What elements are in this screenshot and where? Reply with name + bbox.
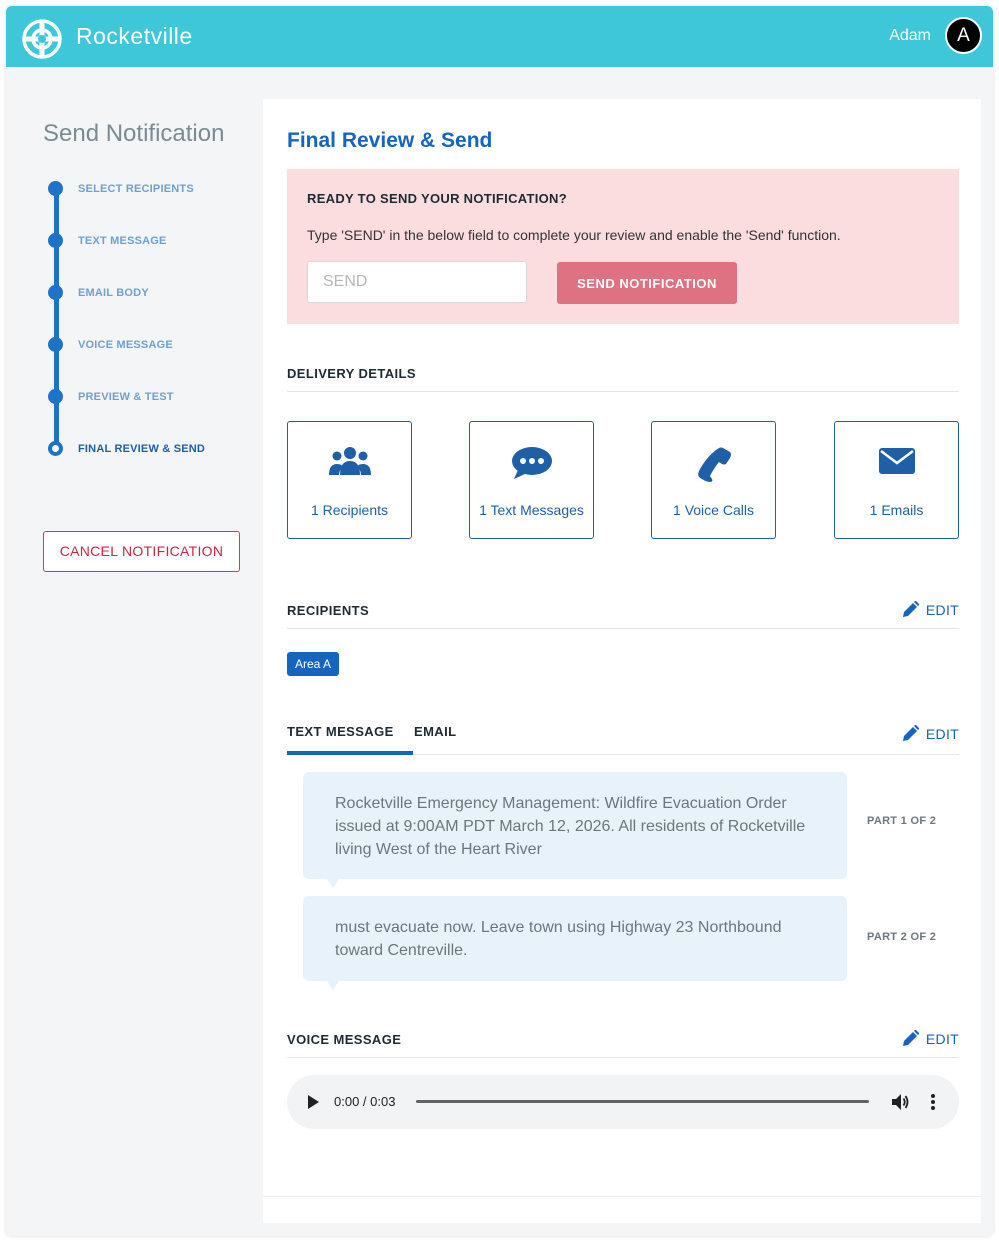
step-dot	[48, 181, 63, 196]
delivery-details-heading: DELIVERY DETAILS	[287, 366, 416, 381]
card-label: 1 Recipients	[310, 502, 389, 518]
edit-label: EDIT	[925, 726, 959, 742]
more-options-icon[interactable]	[929, 1092, 937, 1112]
step-label: FINAL REVIEW & SEND	[78, 443, 206, 455]
edit-recipients-link[interactable]: EDIT	[902, 601, 959, 618]
send-heading: READY TO SEND YOUR NOTIFICATION?	[307, 191, 567, 206]
voice-calls-card: 1 Voice Calls	[651, 421, 776, 539]
top-bar: Rocketville Adam A	[6, 6, 993, 67]
step-dot-current	[48, 441, 63, 456]
step-label: EMAIL BODY	[78, 287, 149, 299]
phone-icon	[652, 446, 775, 482]
send-description: Type 'SEND' in the below field to comple…	[307, 227, 841, 243]
pencil-icon	[902, 725, 919, 741]
divider	[287, 628, 959, 629]
step-dot	[48, 285, 63, 300]
recipients-card: 1 Recipients	[287, 421, 412, 539]
users-icon	[288, 446, 411, 482]
edit-label: EDIT	[925, 602, 959, 618]
pencil-icon	[902, 601, 919, 617]
step-dot	[48, 233, 63, 248]
edit-voice-link[interactable]: EDIT	[902, 1030, 959, 1047]
divider	[287, 391, 959, 392]
page-title: Final Review & Send	[287, 129, 493, 152]
text-messages-card: 1 Text Messages	[469, 421, 594, 539]
card-label: 1 Text Messages	[479, 502, 584, 518]
audio-progress-bar[interactable]	[416, 1100, 869, 1103]
message-part-bubble: Rocketville Emergency Management: Wildfi…	[303, 772, 847, 888]
recipient-tag[interactable]: Area A	[287, 652, 340, 676]
chat-bubble-icon	[470, 446, 593, 482]
play-icon[interactable]	[307, 1095, 319, 1109]
divider	[287, 1057, 959, 1058]
tab-text-message[interactable]: TEXT MESSAGE	[287, 724, 394, 739]
step-label: PREVIEW & TEST	[78, 391, 174, 403]
divider	[263, 1196, 981, 1197]
rocketville-logo-icon	[22, 19, 62, 59]
audio-time: 0:00 / 0:03	[334, 1094, 396, 1109]
app-window: Rocketville Adam A Send Notification SEL…	[6, 6, 993, 1236]
app-title: Rocketville	[76, 23, 193, 49]
step-label: TEXT MESSAGE	[78, 235, 167, 247]
step-label: VOICE MESSAGE	[78, 339, 173, 351]
avatar[interactable]: A	[945, 17, 982, 54]
part-label: PART 2 OF 2	[867, 931, 937, 943]
voice-message-heading: VOICE MESSAGE	[287, 1032, 402, 1047]
part-label: PART 1 OF 2	[867, 815, 937, 827]
user-name[interactable]: Adam	[889, 27, 931, 45]
volume-icon[interactable]	[890, 1092, 910, 1112]
edit-label: EDIT	[925, 1031, 959, 1047]
send-notification-button[interactable]: SEND NOTIFICATION	[557, 262, 737, 304]
main-panel: Final Review & Send READY TO SEND YOUR N…	[263, 99, 981, 1223]
sidebar-title: Send Notification	[43, 120, 225, 147]
audio-player: 0:00 / 0:03	[287, 1075, 959, 1129]
stepper-line	[54, 188, 59, 450]
active-tab-indicator	[287, 751, 413, 755]
send-confirm-input[interactable]	[307, 261, 527, 303]
edit-message-link[interactable]: EDIT	[902, 725, 959, 742]
envelope-icon	[835, 446, 958, 482]
step-dot	[48, 389, 63, 404]
card-label: 1 Voice Calls	[673, 502, 754, 518]
recipients-heading: RECIPIENTS	[287, 603, 370, 618]
pencil-icon	[902, 1030, 919, 1046]
step-label: SELECT RECIPIENTS	[78, 183, 194, 195]
card-label: 1 Emails	[869, 502, 924, 518]
send-confirmation-box: READY TO SEND YOUR NOTIFICATION? Type 'S…	[287, 169, 959, 324]
emails-card: 1 Emails	[834, 421, 959, 539]
message-part-bubble: must evacuate now. Leave town using High…	[303, 896, 847, 990]
cancel-notification-button[interactable]: CANCEL NOTIFICATION	[43, 531, 240, 572]
step-dot	[48, 337, 63, 352]
tab-email[interactable]: EMAIL	[414, 724, 456, 739]
